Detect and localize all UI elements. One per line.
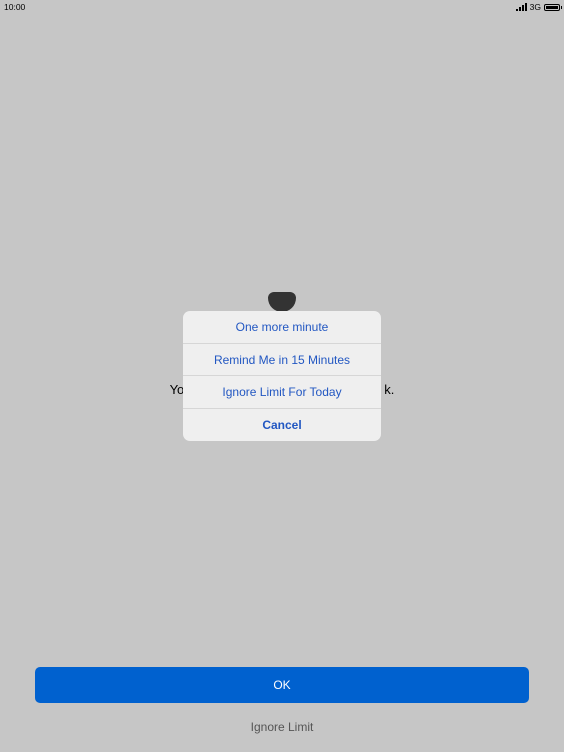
background-message-right: k. bbox=[384, 382, 395, 397]
status-bar: 10:00 3G bbox=[0, 0, 564, 14]
ignore-limit-link[interactable]: Ignore Limit bbox=[0, 720, 564, 734]
status-indicators: 3G bbox=[515, 2, 562, 12]
network-type: 3G bbox=[529, 2, 541, 12]
remind-15-minutes-button[interactable]: Remind Me in 15 Minutes bbox=[183, 344, 381, 376]
ok-button[interactable]: OK bbox=[35, 667, 529, 703]
cancel-button[interactable]: Cancel bbox=[183, 409, 381, 442]
app-icon bbox=[268, 292, 296, 312]
ignore-limit-today-button[interactable]: Ignore Limit For Today bbox=[183, 376, 381, 409]
one-more-minute-button[interactable]: One more minute bbox=[183, 311, 381, 344]
action-sheet: One more minute Remind Me in 15 Minutes … bbox=[183, 311, 381, 441]
battery-icon bbox=[544, 3, 562, 11]
signal-icon bbox=[515, 3, 527, 11]
status-time: 10:00 bbox=[4, 2, 26, 12]
